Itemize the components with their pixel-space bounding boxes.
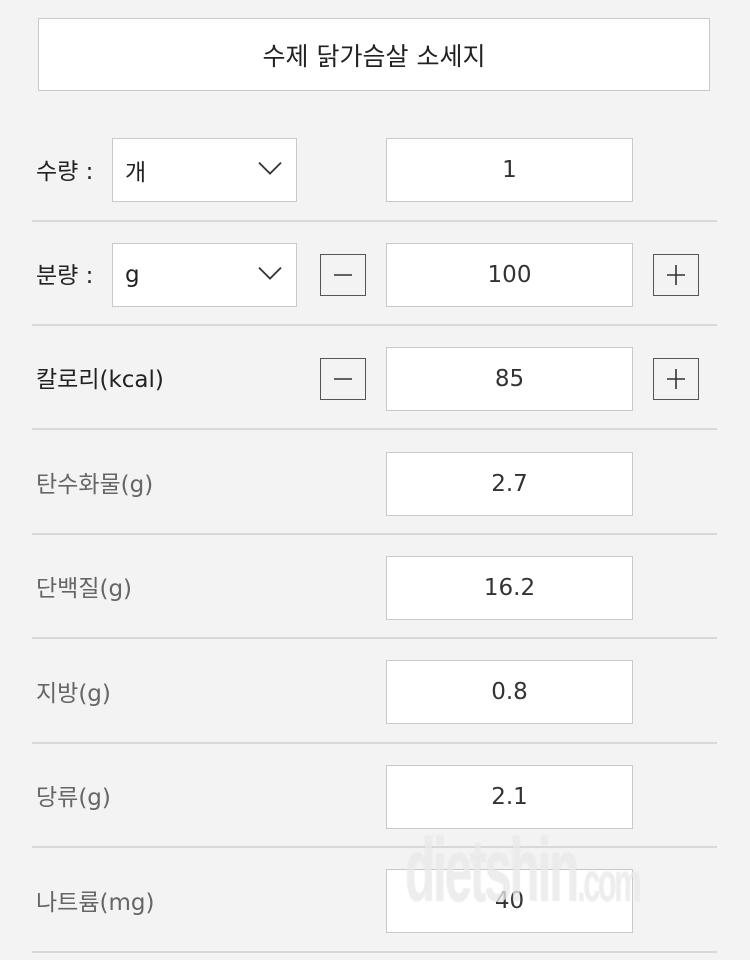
- nutrient-value-input[interactable]: 0.8: [386, 660, 633, 724]
- quantity-unit-select[interactable]: 개: [112, 138, 297, 202]
- calories-input[interactable]: 85: [386, 347, 633, 411]
- calories-increment-button[interactable]: [653, 358, 699, 400]
- plus-icon: [667, 265, 685, 285]
- serving-unit-select[interactable]: g: [112, 243, 297, 307]
- calories-row: 칼로리(kcal) 85: [32, 326, 717, 430]
- nutrient-value-input[interactable]: 16.2: [386, 556, 633, 620]
- nutrient-row-sugar: 당류(g) 2.1: [32, 744, 717, 848]
- chevron-down-icon: [258, 266, 282, 280]
- nutrient-label: 지방(g): [36, 681, 111, 707]
- quantity-row: 수량 : 개 1: [32, 118, 717, 222]
- nutrient-value-input[interactable]: 2.1: [386, 765, 633, 829]
- nutrient-row-fat: 지방(g) 0.8: [32, 640, 717, 744]
- nutrient-label: 단백질(g): [36, 576, 133, 602]
- serving-unit-value: g: [125, 262, 140, 288]
- nutrient-label: 탄수화물(g): [36, 472, 154, 498]
- serving-input[interactable]: 100: [386, 243, 633, 307]
- food-title: 수제 닭가슴살 소세지: [38, 18, 710, 91]
- nutrient-row-protein: 단백질(g) 16.2: [32, 535, 717, 639]
- calories-label: 칼로리(kcal): [36, 367, 164, 393]
- minus-icon: [334, 274, 352, 276]
- plus-icon: [667, 369, 685, 389]
- nutrient-row-sodium: 나트륨(mg) 40: [32, 849, 717, 953]
- serving-increment-button[interactable]: [653, 254, 699, 296]
- serving-label: 분량 :: [36, 263, 94, 289]
- serving-decrement-button[interactable]: [320, 254, 366, 296]
- calories-decrement-button[interactable]: [320, 358, 366, 400]
- minus-icon: [334, 378, 352, 380]
- quantity-label: 수량 :: [36, 159, 94, 185]
- nutrient-row-carbs: 탄수화물(g) 2.7: [32, 431, 717, 535]
- quantity-input[interactable]: 1: [386, 138, 633, 202]
- serving-row: 분량 : g 100: [32, 222, 717, 326]
- quantity-unit-value: 개: [125, 160, 147, 186]
- nutrient-label: 나트륨(mg): [36, 890, 155, 916]
- nutrient-value-input[interactable]: 2.7: [386, 452, 633, 516]
- nutrient-value-input[interactable]: 40: [386, 869, 633, 933]
- chevron-down-icon: [258, 161, 282, 175]
- nutrient-label: 당류(g): [36, 785, 111, 811]
